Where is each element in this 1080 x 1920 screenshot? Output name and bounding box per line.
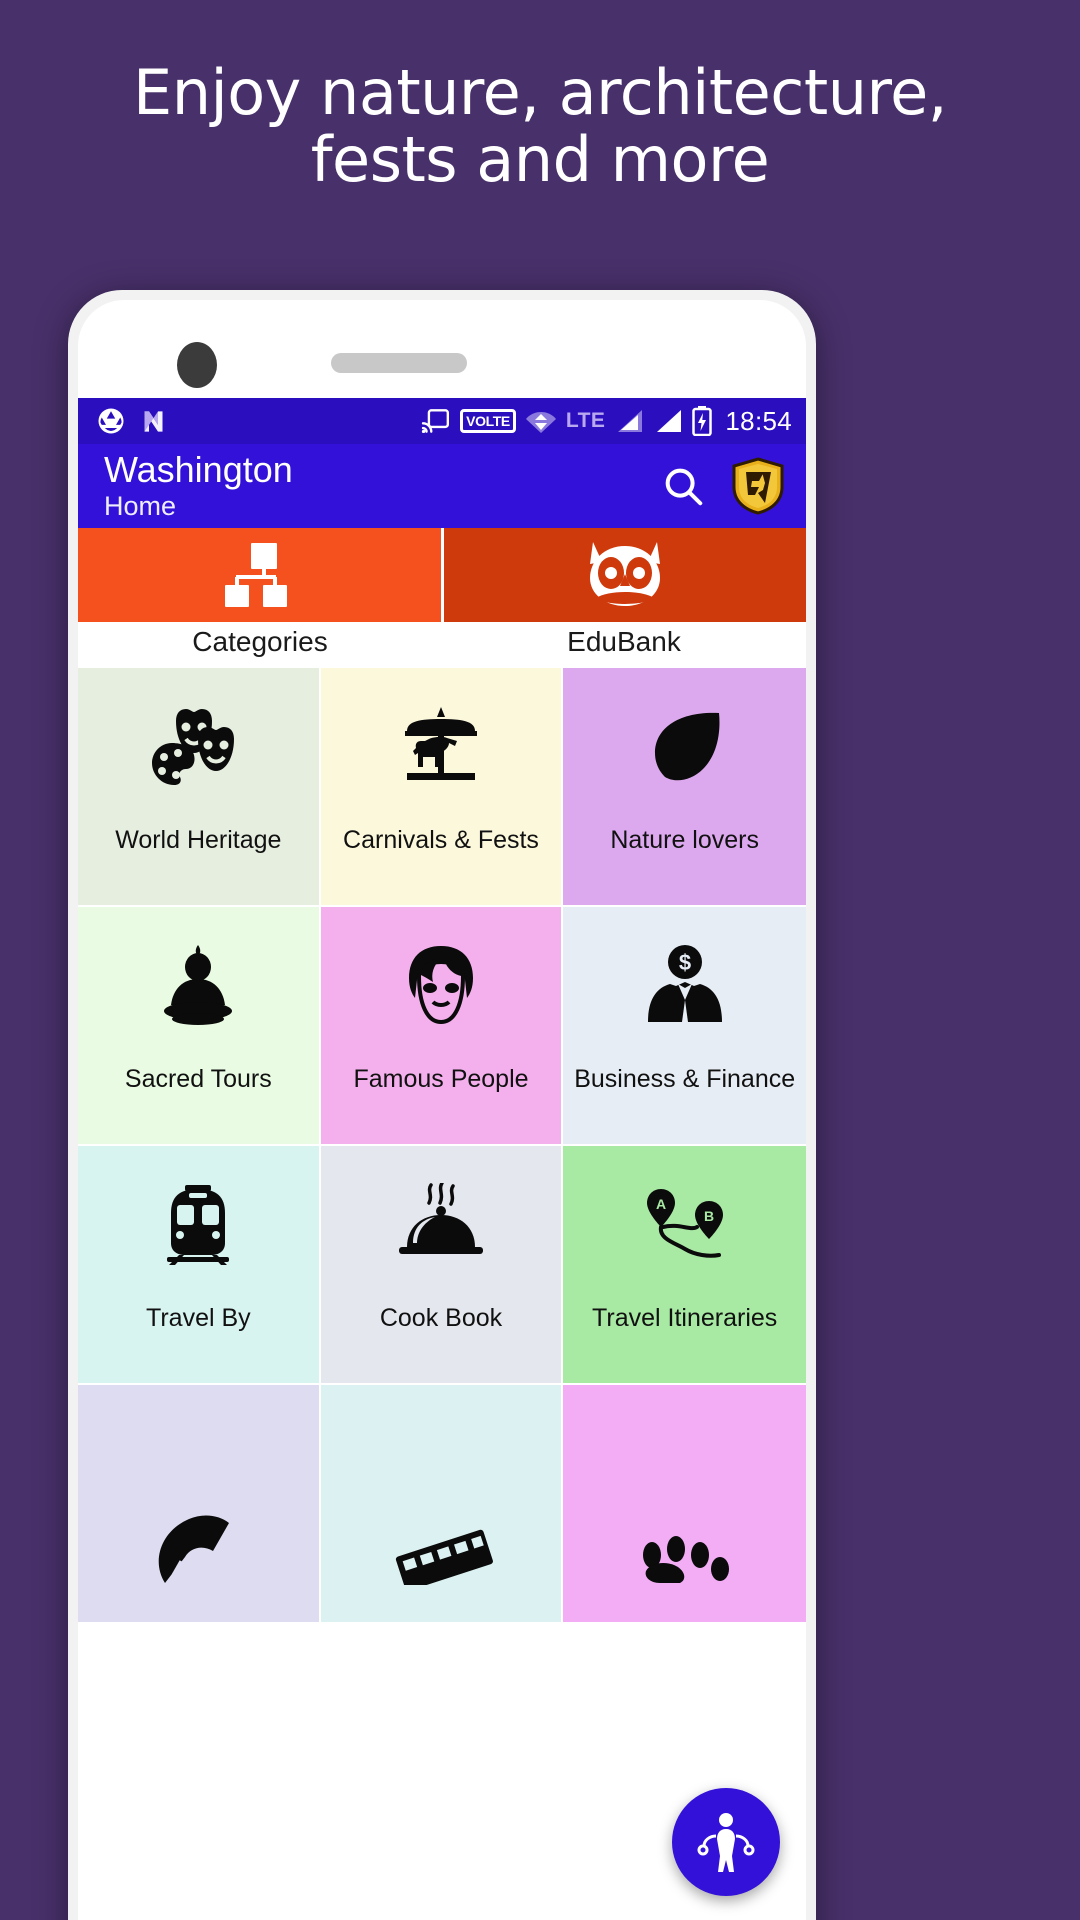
tile-cook-book[interactable]: Cook Book [320, 1146, 564, 1385]
status-bar-clock: 18:54 [725, 405, 792, 436]
cloche-dish-icon [321, 1146, 562, 1304]
signal-bars-icon [618, 410, 643, 432]
page-subtitle: Home [104, 490, 177, 521]
status-bar-notifications [96, 406, 167, 436]
owl-icon [589, 542, 660, 606]
lte-icon: LTE [565, 409, 606, 432]
tab-categories[interactable] [78, 528, 441, 622]
theatre-masks-palette-icon [78, 668, 319, 826]
floating-action-button[interactable] [672, 1788, 780, 1896]
signal-bars-2-icon [657, 410, 682, 432]
android-n-icon [144, 410, 163, 432]
tab-strip [78, 528, 806, 622]
phone-bezel: VOLTE LTE 18:54 Washington Home Categori… [78, 300, 806, 1920]
wifi-icon [525, 412, 556, 433]
tile-famous-people[interactable]: Famous People [320, 907, 564, 1146]
tile-label: Sacred Tours [124, 1065, 272, 1093]
person-guide-icon [697, 1813, 755, 1872]
promo-headline: Enjoy nature, architecture, fests and mo… [0, 56, 1080, 196]
tab-label-row: Categories EduBank [78, 622, 806, 668]
earpiece-speaker [331, 353, 467, 373]
category-grid: World Heritage Carnivals & Fests Nature … [78, 668, 806, 1624]
tile-partial-paw[interactable] [563, 1385, 806, 1624]
tile-carnivals-fests[interactable]: Carnivals & Fests [320, 668, 564, 907]
route-a-b-icon: A B [563, 1146, 806, 1304]
tile-world-heritage[interactable]: World Heritage [78, 668, 321, 907]
tile-business-finance[interactable]: $ Business & Finance [563, 907, 806, 1146]
svg-text:B: B [704, 1208, 714, 1224]
tile-label: World Heritage [115, 826, 282, 854]
leaf-icon [563, 668, 806, 826]
tile-partial-fan[interactable] [78, 1385, 321, 1624]
app-bar-titles: Washington Home [104, 448, 293, 523]
status-bar: VOLTE LTE 18:54 [78, 398, 806, 444]
tile-nature-lovers[interactable]: Nature lovers [563, 668, 806, 907]
tile-label: Carnivals & Fests [343, 826, 539, 854]
film-strip-icon [321, 1385, 562, 1585]
phone-mockup: VOLTE LTE 18:54 Washington Home Categori… [68, 290, 816, 1920]
volte-icon: VOLTE [460, 409, 516, 433]
svg-text:A: A [656, 1196, 666, 1212]
tile-label: Business & Finance [574, 1065, 796, 1093]
tile-partial-film[interactable] [320, 1385, 564, 1624]
tile-sacred-tours[interactable]: Sacred Tours [78, 907, 321, 1146]
businessman-dollar-icon: $ [563, 907, 806, 1065]
page-title: Washington [104, 448, 293, 490]
tile-label: Famous People [353, 1065, 529, 1093]
tab-label-edubank[interactable]: EduBank [442, 622, 806, 668]
buddha-icon [78, 907, 319, 1065]
front-camera-icon [177, 342, 217, 388]
tile-label: Nature lovers [610, 826, 759, 854]
app-bar: Washington Home [78, 444, 806, 528]
face-portrait-icon [321, 907, 562, 1065]
phone-screen: VOLTE LTE 18:54 Washington Home Categori… [78, 398, 806, 1920]
tile-travel-by[interactable]: Travel By [78, 1146, 321, 1385]
sitemap-icon [225, 543, 288, 607]
camera-aperture-icon [98, 408, 124, 434]
tile-label: Travel By [146, 1304, 251, 1332]
tile-label: Cook Book [379, 1304, 503, 1332]
search-icon[interactable] [660, 463, 706, 509]
promo-screenshot: Enjoy nature, architecture, fests and mo… [0, 0, 1080, 1920]
fan-icon [78, 1385, 319, 1585]
tab-edubank[interactable] [440, 528, 806, 622]
status-bar-system-icons: VOLTE LTE 18:54 [421, 406, 792, 437]
promo-headline-line1: Enjoy nature, architecture, [133, 56, 947, 129]
carousel-icon [321, 668, 562, 826]
tile-label: Travel Itineraries [592, 1304, 778, 1332]
battery-icon [692, 406, 713, 436]
tile-travel-itineraries[interactable]: A B Travel Itineraries [563, 1146, 806, 1385]
paw-prints-icon [563, 1385, 806, 1585]
app-bar-actions [660, 457, 784, 515]
promo-headline-line2: fests and more [310, 122, 770, 196]
train-icon [78, 1146, 319, 1304]
cast-icon [421, 409, 450, 434]
svg-text:$: $ [679, 950, 691, 975]
shield-logo-icon[interactable] [732, 457, 784, 515]
tab-label-categories[interactable]: Categories [78, 622, 442, 668]
